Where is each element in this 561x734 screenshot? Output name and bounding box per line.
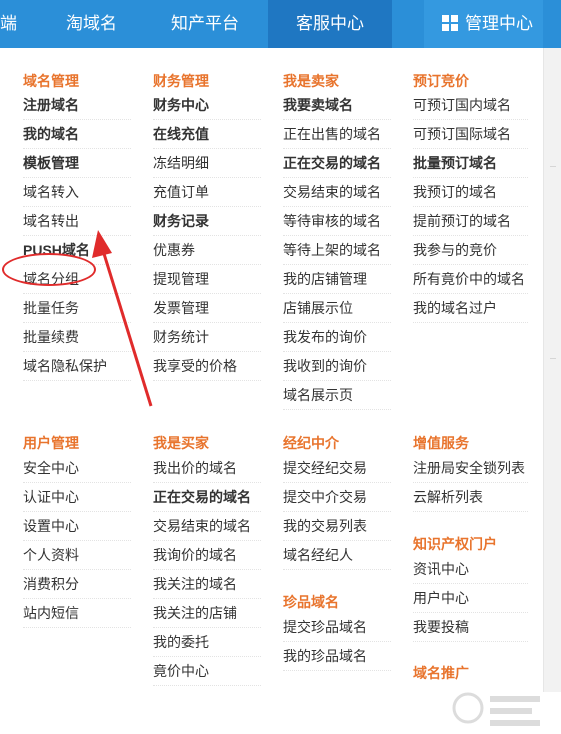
nav-item-label: 端	[0, 14, 17, 33]
section-title: 知识产权门户	[413, 536, 497, 552]
menu-link[interactable]: 站内短信	[23, 599, 131, 628]
nav-item-label: 管理中心	[465, 14, 533, 33]
menu-link[interactable]: 交易结束的域名	[153, 512, 261, 541]
menu-link[interactable]: 提交中介交易	[283, 483, 391, 512]
grid-icon	[442, 15, 458, 32]
menu-link[interactable]: 我的珍品域名	[283, 642, 391, 671]
menu-link[interactable]: 批量预订域名	[413, 149, 528, 178]
menu-link[interactable]: 我关注的域名	[153, 570, 261, 599]
menu-link[interactable]: 我发布的询价	[283, 323, 391, 352]
section-title: 珍品域名	[283, 594, 339, 610]
menu-link[interactable]: 认证中心	[23, 483, 131, 512]
section-title: 域名推广	[413, 665, 469, 681]
menu-link[interactable]: 正在出售的域名	[283, 120, 391, 149]
nav-item-label: 客服中心	[296, 14, 364, 33]
menu-link[interactable]: 竟价中心	[153, 657, 261, 686]
menu-link[interactable]: 我要卖域名	[283, 91, 391, 120]
menu-link[interactable]: 提交珍品域名	[283, 613, 391, 642]
menu-link[interactable]: 域名经纪人	[283, 541, 391, 570]
menu-link[interactable]: 我询价的域名	[153, 541, 261, 570]
menu-link[interactable]: 我的交易列表	[283, 512, 391, 541]
menu-link[interactable]: 所有竟价中的域名	[413, 265, 528, 294]
menu-link[interactable]: 用户中心	[413, 584, 528, 613]
menu-link[interactable]: 我出价的域名	[153, 454, 261, 483]
menu-link[interactable]: 我要投稿	[413, 613, 528, 642]
menu-link[interactable]: 个人资料	[23, 541, 131, 570]
menu-link[interactable]: 消费积分	[23, 570, 131, 599]
scrollbar[interactable]	[543, 48, 561, 692]
menu-link[interactable]: 可预订国内域名	[413, 91, 528, 120]
menu-link[interactable]: 我的域名过户	[413, 294, 528, 323]
menu-link[interactable]: 资讯中心	[413, 555, 528, 584]
menu-link[interactable]: 域名展示页	[283, 381, 391, 410]
scrollbar-mark	[550, 358, 556, 359]
section-title: 预订竞价	[413, 73, 469, 89]
menu-link[interactable]: 设置中心	[23, 512, 131, 541]
menu-link[interactable]: 可预订国际域名	[413, 120, 528, 149]
section-title: 我是卖家	[283, 73, 339, 89]
annotation-arrow-icon	[92, 230, 153, 407]
menu-link[interactable]: 我预订的域名	[413, 178, 528, 207]
nav-item-label: 知产平台	[171, 14, 239, 33]
menu-link[interactable]: 正在交易的域名	[153, 483, 261, 512]
section-title: 经纪中介	[283, 435, 339, 451]
nav-item-customer-service[interactable]: 客服中心	[268, 0, 392, 48]
menu-link[interactable]: 等待上架的域名	[283, 236, 391, 265]
menu-link[interactable]: 正在交易的域名	[283, 149, 391, 178]
menu-link[interactable]: 我收到的询价	[283, 352, 391, 381]
menu-link[interactable]: 我参与的竞价	[413, 236, 528, 265]
menu-link[interactable]: 提交经纪交易	[283, 454, 391, 483]
menu-link[interactable]: 注册局安全锁列表	[413, 454, 528, 483]
menu-link[interactable]: 店铺展示位	[283, 294, 391, 323]
nav-item-domain-market[interactable]: 淘域名	[66, 0, 117, 48]
menu-link[interactable]: 交易结束的域名	[283, 178, 391, 207]
menu-link[interactable]: 提前预订的域名	[413, 207, 528, 236]
scrollbar-mark	[550, 166, 556, 167]
menu-link[interactable]: 云解析列表	[413, 483, 528, 512]
menu-link[interactable]: 等待审核的域名	[283, 207, 391, 236]
nav-item-label: 淘域名	[66, 14, 117, 33]
section-title: 用户管理	[23, 435, 79, 451]
menu-link[interactable]: 我的店铺管理	[283, 265, 391, 294]
nav-item-ip-platform[interactable]: 知产平台	[171, 0, 239, 48]
section-title: 我是买家	[153, 435, 209, 451]
nav-item-management-center[interactable]: 管理中心	[424, 0, 543, 48]
menu-link[interactable]: 我关注的店铺	[153, 599, 261, 628]
menu-link[interactable]: 安全中心	[23, 454, 131, 483]
section-title: 增值服务	[413, 435, 469, 451]
dropdown-menu-panel: 域名管理 注册域名 我的域名 模板管理 域名转入 域名转出 PUSH域名 域名分…	[0, 48, 543, 726]
menu-link[interactable]: 我的委托	[153, 628, 261, 657]
nav-item-partial[interactable]: 端	[0, 0, 20, 48]
top-nav-bar: 端 淘域名 知产平台 客服中心 管理中心	[0, 0, 561, 48]
